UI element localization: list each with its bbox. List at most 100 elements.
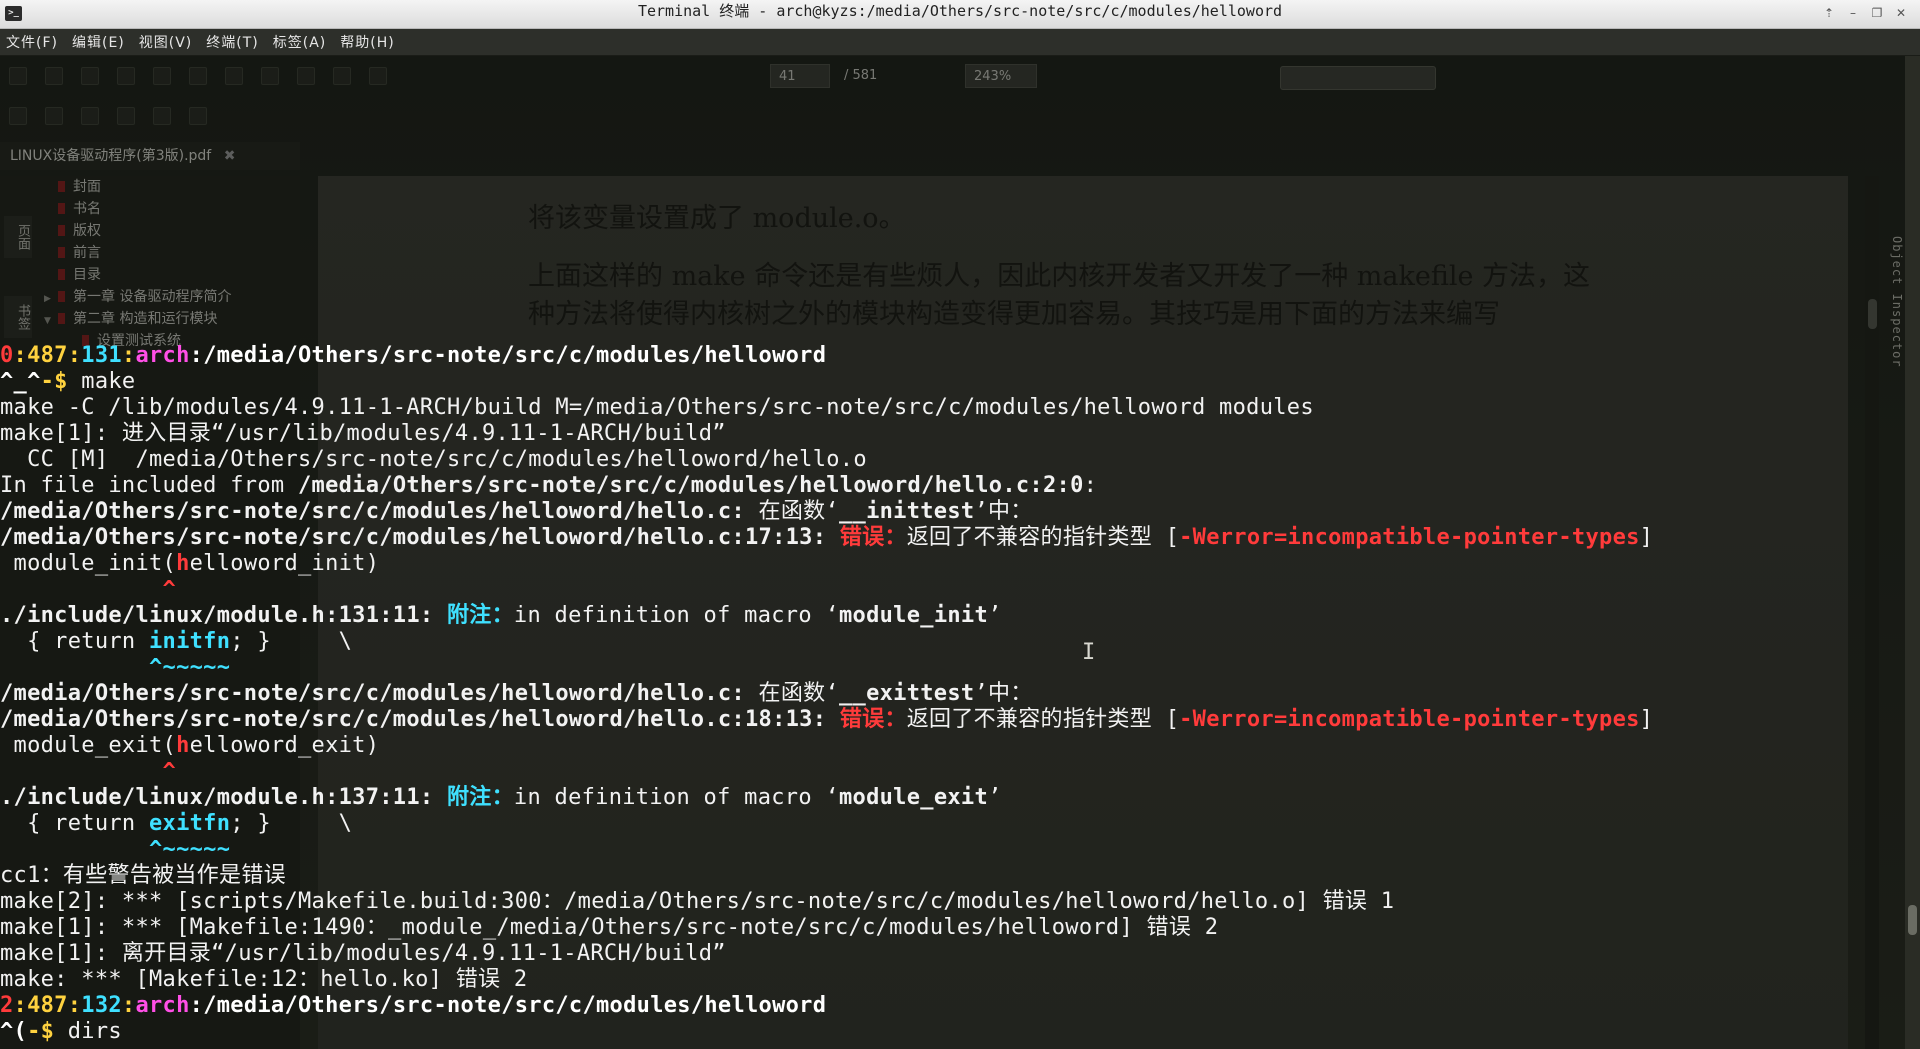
terminal-text-segment: module_exit( — [0, 733, 177, 758]
terminal-line: 0:487:131:arch:/media/Others/src-note/sr… — [0, 343, 826, 368]
close-icon[interactable]: ✕ — [1890, 4, 1912, 22]
menu-tabs[interactable]: 标签(A) — [267, 32, 335, 52]
terminal-scrollbar[interactable] — [1905, 56, 1920, 1049]
terminal-line: { return initfn; } \ — [0, 629, 352, 654]
terminal-line: ^_^-$ make — [0, 369, 135, 394]
terminal-line: ^~~~~~ — [0, 837, 230, 862]
terminal-text-segment: elloword_exit) — [189, 733, 380, 758]
terminal-text-segment: ^~~~~~ — [149, 837, 231, 862]
terminal-text-segment: __inittest — [838, 499, 975, 524]
menu-help[interactable]: 帮助(H) — [334, 32, 402, 52]
terminal-scrollbar-thumb[interactable] — [1908, 905, 1917, 935]
terminal-view[interactable]: 0:487:131:arch:/media/Others/src-note/sr… — [0, 56, 1905, 1049]
terminal-text-segment: -Werror=incompatible-pointer-types — [1179, 525, 1640, 550]
terminal-text-segment: ^ — [162, 759, 177, 784]
terminal-text-segment: make[2]: *** [scripts/Makefile.build:300… — [0, 889, 1395, 914]
terminal-text-segment: :487: — [13, 993, 82, 1018]
maximize-icon[interactable]: ❐ — [1866, 4, 1888, 22]
terminal-text-segment: ^_^ — [0, 369, 41, 394]
terminal-text-segment: 132 — [81, 993, 122, 1018]
terminal-text-segment: make[1]: *** [Makefile:1490：_module_/med… — [0, 915, 1219, 940]
terminal-text-segment: ] — [1639, 525, 1654, 550]
terminal-line: make[1]: 进入目录“/usr/lib/modules/4.9.11-1-… — [0, 421, 726, 446]
terminal-text-segment: /media/Others/src-note/src/c/modules/hel… — [0, 525, 827, 550]
terminal-text-segment: : — [121, 993, 136, 1018]
terminal-text-segment: :/media/Others/src-note/src/c/modules/he… — [189, 993, 827, 1018]
terminal-line: ./include/linux/module.h:137:11: 附注：in d… — [0, 785, 1002, 810]
terminal-line: { return exitfn; } \ — [0, 811, 352, 836]
menu-edit[interactable]: 编辑(E) — [66, 32, 133, 52]
terminal-text-segment: make[1]: 离开目录“/usr/lib/modules/4.9.11-1-… — [0, 941, 726, 966]
terminal-line: ^(-$ dirs — [0, 1019, 122, 1044]
terminal-text-segment: ’中： — [974, 499, 1033, 524]
terminal-text-segment: ] — [1639, 707, 1654, 732]
terminal-text-segment: exitfn — [149, 811, 231, 836]
menu-terminal[interactable]: 终端(T) — [200, 32, 266, 52]
terminal-text-segment: module_exit — [839, 785, 988, 810]
terminal-line: CC [M] /media/Others/src-note/src/c/modu… — [0, 447, 867, 472]
terminal-text-segment: arch — [135, 993, 190, 1018]
terminal-text-segment: initfn — [149, 629, 231, 654]
terminal-line: ^~~~~~ — [0, 655, 230, 680]
terminal-text-segment: -Werror=incompatible-pointer-types — [1179, 707, 1640, 732]
terminal-line: make[1]: 离开目录“/usr/lib/modules/4.9.11-1-… — [0, 941, 726, 966]
terminal-text-segment: in definition of macro ‘ — [513, 603, 839, 628]
terminal-text-segment: -$ — [27, 1019, 55, 1044]
terminal-text-segment: 错误： — [839, 525, 907, 550]
terminal-text-segment: 131 — [81, 343, 122, 368]
terminal-line: make: *** [Makefile:12：hello.ko] 错误 2 — [0, 967, 527, 992]
terminal-text-segment: make — [67, 369, 136, 394]
terminal-text-segment: __exittest — [838, 681, 975, 706]
terminal-line: /media/Others/src-note/src/c/modules/hel… — [0, 525, 1653, 550]
terminal-line: make[1]: *** [Makefile:1490：_module_/med… — [0, 915, 1218, 940]
up-icon[interactable]: ⇡ — [1818, 4, 1840, 22]
terminal-text-segment: ./include/linux/module.h:137:11: — [0, 785, 434, 810]
terminal-text-segment: make -C /lib/modules/4.9.11-1-ARCH/build… — [0, 395, 1314, 420]
terminal-text-segment: 错误： — [839, 707, 907, 732]
terminal-output[interactable]: 0:487:131:arch:/media/Others/src-note/sr… — [0, 343, 1653, 1045]
terminal-line: make -C /lib/modules/4.9.11-1-ARCH/build… — [0, 395, 1314, 420]
minimize-icon[interactable]: – — [1842, 4, 1864, 22]
terminal-line: module_init(helloword_init) — [0, 551, 379, 576]
terminal-text-segment: ^ — [162, 577, 177, 602]
terminal-text-segment: ./include/linux/module.h:131:11: — [0, 603, 434, 628]
menu-view[interactable]: 视图(V) — [133, 32, 201, 52]
terminal-text-segment: :487: — [13, 343, 82, 368]
terminal-text-segment: 0 — [0, 343, 14, 368]
terminal-text-segment: 返回了不兼容的指针类型 [ — [906, 707, 1180, 732]
terminal-text-segment: ’ — [988, 603, 1002, 628]
terminal-text-segment: h — [176, 551, 190, 576]
terminal-text-segment: ; } \ — [230, 629, 353, 654]
terminal-text-segment: dirs — [54, 1019, 122, 1044]
terminal-text-segment: :/media/Others/src-note/src/c/modules/he… — [189, 343, 827, 368]
menu-bar: 文件(F) 编辑(E) 视图(V) 终端(T) 标签(A) 帮助(H) — [0, 29, 1920, 55]
terminal-line: cc1：有些警告被当作是错误 — [0, 863, 286, 888]
terminal-line: In file included from /media/Others/src-… — [0, 473, 1097, 498]
menu-file[interactable]: 文件(F) — [0, 32, 66, 52]
terminal-text-segment: : — [1083, 473, 1098, 498]
terminal-text-segment: 在函数‘ — [744, 499, 839, 524]
terminal-text-segment: 在函数‘ — [744, 681, 839, 706]
terminal-line: 2:487:132:arch:/media/Others/src-note/sr… — [0, 993, 826, 1018]
terminal-text-segment: /media/Others/src-note/src/c/modules/hel… — [0, 681, 745, 706]
terminal-text-segment: /media/Others/src-note/src/c/modules/hel… — [0, 499, 745, 524]
terminal-text-segment: -$ — [40, 369, 68, 394]
terminal-text-segment: ; } \ — [230, 811, 353, 836]
terminal-text-segment: 返回了不兼容的指针类型 [ — [906, 525, 1180, 550]
terminal-text-segment: 附注： — [447, 785, 514, 810]
ibeam-cursor-icon: I — [1082, 640, 1096, 665]
terminal-line: ^ — [0, 577, 176, 602]
terminal-text-segment: h — [176, 733, 190, 758]
window-title: Terminal 终端 - arch@kyzs:/media/Others/sr… — [637, 2, 1283, 20]
terminal-line: /media/Others/src-note/src/c/modules/hel… — [0, 707, 1653, 732]
terminal-text-segment: module_init( — [0, 551, 177, 576]
terminal-text-segment: make[1]: 进入目录“/usr/lib/modules/4.9.11-1-… — [0, 421, 726, 446]
